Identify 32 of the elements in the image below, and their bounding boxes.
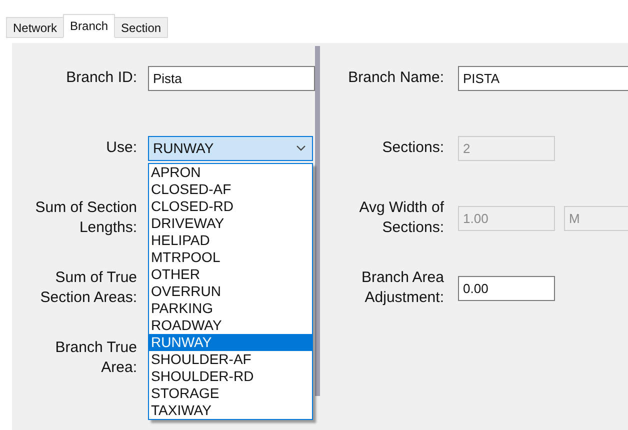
dropdown-option[interactable]: APRON bbox=[149, 164, 312, 180]
dropdown-option[interactable]: SHOULDER-AF bbox=[149, 350, 312, 368]
use-dropdown[interactable]: RUNWAY bbox=[148, 136, 313, 160]
text-field[interactable]: Pista bbox=[148, 66, 315, 90]
tab[interactable]: Section bbox=[114, 17, 168, 38]
dropdown-option[interactable]: OTHER bbox=[149, 266, 312, 282]
text-field[interactable]: PISTA bbox=[458, 66, 628, 90]
chevron-down-icon bbox=[296, 145, 306, 151]
field-label: Sum of Section Lengths: bbox=[34, 198, 137, 238]
dropdown-option[interactable]: MTRPOOL bbox=[149, 248, 312, 266]
tab[interactable]: Network bbox=[6, 17, 64, 38]
dropdown-option[interactable]: RUNWAY bbox=[149, 334, 312, 350]
dropdown-option[interactable]: TAXIWAY bbox=[149, 402, 312, 418]
dropdown-option[interactable]: SHOULDER-RD bbox=[149, 368, 312, 384]
field-label: Use: bbox=[105, 138, 137, 158]
dropdown-option[interactable]: STORAGE bbox=[149, 384, 312, 402]
field-label: Branch Area Adjustment: bbox=[360, 268, 444, 308]
field-label: Sum of True Section Areas: bbox=[39, 268, 137, 308]
dropdown-option[interactable]: PARKING bbox=[149, 300, 312, 316]
dropdown-option[interactable]: CLOSED-RD bbox=[149, 198, 312, 214]
dropdown-option[interactable]: OVERRUN bbox=[149, 282, 312, 300]
field-label: Branch ID: bbox=[65, 68, 137, 88]
field-label: Branch Name: bbox=[347, 68, 444, 88]
dropdown-option[interactable]: CLOSED-AF bbox=[149, 180, 312, 198]
dropdown-option[interactable]: ROADWAY bbox=[149, 316, 312, 334]
text-field[interactable]: 0.00 bbox=[458, 276, 555, 300]
tab[interactable]: Branch bbox=[63, 14, 116, 38]
dropdown-option[interactable]: DRIVEWAY bbox=[149, 214, 312, 232]
field-label: Avg Width of Sections: bbox=[358, 198, 444, 238]
field-label: Branch True Area: bbox=[54, 338, 137, 378]
field-label: Sections: bbox=[381, 138, 444, 158]
dropdown-option[interactable]: HELIPAD bbox=[149, 232, 312, 248]
